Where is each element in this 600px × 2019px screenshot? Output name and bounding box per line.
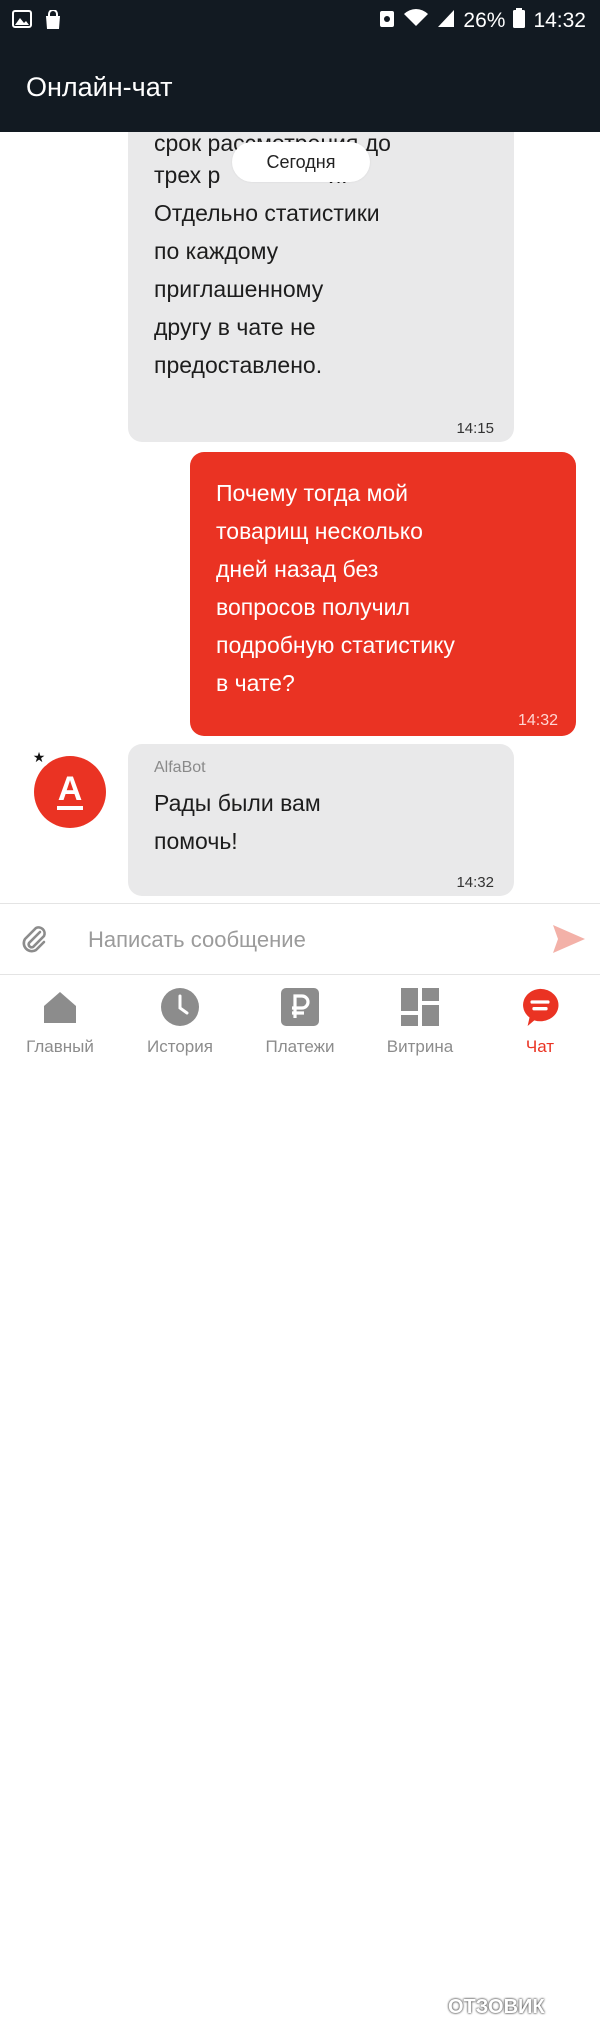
tab-label: Чат <box>525 1037 555 1056</box>
showcase-icon <box>400 987 440 1027</box>
chat-history[interactable]: срок рассмотрения до трех рй. Отдельно с… <box>0 132 600 902</box>
page-title: Онлайн-чат <box>26 72 173 102</box>
sync-icon <box>379 8 395 34</box>
bottom-navigation: Главный История Платежи Витрина Чат ОТЗО… <box>0 975 600 2018</box>
battery-percent: 26% <box>463 9 506 32</box>
tab-label: Витрина <box>386 1037 454 1056</box>
ruble-icon <box>280 987 320 1027</box>
message-line: предоставлено. <box>154 352 323 378</box>
wifi-icon <box>403 8 429 34</box>
watermark: ОТЗОВИК <box>448 1996 545 2018</box>
chat-icon <box>520 987 560 1027</box>
message-line: подробную статистику <box>216 632 455 658</box>
message-line: другу в чате не <box>154 314 316 340</box>
tab-label: История <box>147 1037 213 1056</box>
message-line: товарищ несколько <box>216 518 423 544</box>
star-icon: ★ <box>28 746 50 768</box>
message-line: помочь! <box>154 828 238 854</box>
tab-showcase[interactable]: Витрина <box>362 983 478 1063</box>
tab-home[interactable]: Главный <box>2 983 118 1063</box>
message-bubble-bot: AlfaBot Рады были вам помочь! 14:32 <box>128 744 514 896</box>
message-time: 14:32 <box>517 712 558 729</box>
message-composer <box>0 903 600 975</box>
message-author: AlfaBot <box>154 759 206 776</box>
gallery-icon <box>12 10 32 35</box>
message-line: Рады были вам <box>154 790 321 816</box>
signal-icon <box>437 8 455 34</box>
message-line: в чате? <box>216 670 295 696</box>
message-line: Почему тогда мой <box>216 480 409 506</box>
message-bubble-outgoing: Почему тогда мой товарищ несколько дней … <box>190 452 576 736</box>
clock-time: 14:32 <box>533 9 586 32</box>
message-line: дней назад без <box>216 556 379 582</box>
clock-icon <box>160 987 200 1027</box>
message-time: 14:15 <box>456 420 494 437</box>
message-time: 14:32 <box>456 874 494 891</box>
home-icon <box>40 987 80 1027</box>
shopping-bag-icon <box>44 9 62 35</box>
app-header: Онлайн-чат <box>0 42 600 132</box>
message-input[interactable] <box>86 920 520 960</box>
attach-icon[interactable] <box>20 924 48 959</box>
tab-label: Платежи <box>265 1037 335 1056</box>
message-line: по каждому <box>154 238 279 264</box>
date-divider: Сегодня <box>232 142 370 182</box>
tab-label: Главный <box>26 1037 94 1056</box>
message-line: Отдельно статистики <box>154 200 380 226</box>
status-bar: 26% 14:32 <box>0 0 600 42</box>
alfa-logo: А <box>57 770 83 810</box>
battery-icon <box>513 8 526 34</box>
tab-payments[interactable]: Платежи <box>242 983 358 1063</box>
alfabot-avatar: А <box>34 756 106 828</box>
tab-history[interactable]: История <box>122 983 238 1063</box>
message-line: приглашенному <box>154 276 324 302</box>
message-line: вопросов получил <box>216 594 410 620</box>
tab-chat[interactable]: Чат <box>482 983 598 1063</box>
send-icon[interactable] <box>552 924 586 959</box>
